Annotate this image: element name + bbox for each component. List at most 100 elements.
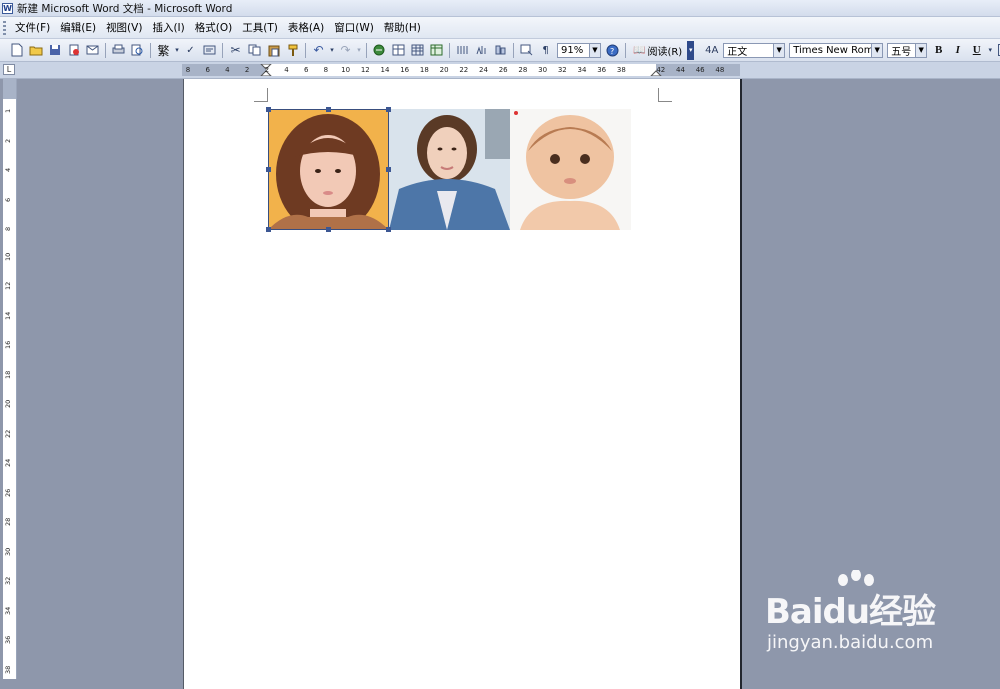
vertical-ruler-tick-label: 4	[4, 168, 12, 172]
styles-formatting-icon[interactable]: 4A	[703, 42, 720, 59]
menu-view[interactable]: 视图(V)	[101, 20, 147, 35]
traditional-chinese-icon[interactable]: 繁	[155, 42, 172, 59]
ruler-tick-label: 26	[499, 66, 508, 74]
ruler-tick-label: 16	[400, 66, 409, 74]
vertical-ruler-tick-label: 28	[4, 518, 12, 526]
toolbar-separator	[150, 43, 151, 58]
font-dropdown-icon[interactable]: ▼	[871, 44, 882, 57]
resize-handle-bottom-right[interactable]	[386, 227, 391, 232]
title-bar: W 新建 Microsoft Word 文档 - Microsoft Word	[0, 0, 1000, 17]
toolbar-separator	[625, 43, 626, 58]
undo-dropdown-icon[interactable]: ▾	[329, 42, 335, 59]
menu-grip-handle[interactable]	[3, 21, 6, 35]
ruler-tick-label: 4	[284, 66, 288, 74]
italic-button[interactable]: I	[949, 42, 966, 59]
help-icon[interactable]: ?	[604, 42, 621, 59]
paste-icon[interactable]	[265, 42, 282, 59]
horizontal-ruler[interactable]: 8642246810121416182022242628303234363842…	[182, 64, 740, 76]
font-size-select[interactable]: 五号 ▼	[887, 43, 927, 58]
ruler-tick-label: 20	[440, 66, 449, 74]
ruler-tick-label: 48	[715, 66, 724, 74]
menu-tools[interactable]: 工具(T)	[237, 20, 283, 35]
resize-handle-top-right[interactable]	[386, 107, 391, 112]
spelling-check-icon[interactable]: ✓	[182, 42, 199, 59]
photo-baby-art	[510, 109, 631, 230]
char-border-icon[interactable]: A	[995, 42, 1000, 59]
tables-borders-icon[interactable]	[390, 42, 407, 59]
show-hide-icon[interactable]	[518, 42, 535, 59]
menu-table[interactable]: 表格(A)	[283, 20, 329, 35]
ruler-tick-label: 8	[186, 66, 190, 74]
columns-icon[interactable]	[454, 42, 471, 59]
ruler-tick-label: 42	[656, 66, 665, 74]
redo-dropdown-icon[interactable]: ▾	[356, 42, 362, 59]
menu-help[interactable]: 帮助(H)	[379, 20, 426, 35]
ruler-tick-label: 4	[225, 66, 229, 74]
menu-edit[interactable]: 编辑(E)	[55, 20, 101, 35]
resize-handle-left[interactable]	[266, 167, 271, 172]
ruler-tick-label: 32	[558, 66, 567, 74]
resize-handle-right[interactable]	[386, 167, 391, 172]
photo-girl-denim[interactable]	[389, 109, 510, 230]
underline-dropdown-icon[interactable]: ▾	[987, 42, 993, 59]
ruler-tick-label: 24	[479, 66, 488, 74]
menu-insert[interactable]: 插入(I)	[147, 20, 189, 35]
hyperlink-icon[interactable]	[371, 42, 388, 59]
tab-selector[interactable]: L	[3, 64, 15, 75]
photo-baby[interactable]	[510, 109, 631, 230]
vertical-ruler-tick-label: 8	[4, 227, 12, 231]
drawing-icon[interactable]	[473, 42, 490, 59]
toolbar-separator	[449, 43, 450, 58]
style-dropdown-icon[interactable]: ▼	[773, 44, 784, 57]
bold-button[interactable]: B	[930, 42, 947, 59]
cut-icon[interactable]: ✂	[227, 42, 244, 59]
crop-mark-top-right	[658, 88, 672, 102]
print-preview-icon[interactable]	[129, 42, 146, 59]
copy-icon[interactable]	[246, 42, 263, 59]
save-icon[interactable]	[46, 42, 63, 59]
ruler-tick-label: 10	[341, 66, 350, 74]
resize-handle-bottom-left[interactable]	[266, 227, 271, 232]
menu-file[interactable]: 文件(F)	[10, 20, 55, 35]
permission-icon[interactable]	[65, 42, 82, 59]
underline-button[interactable]: U	[968, 42, 985, 59]
read-button[interactable]: 📖 阅读(R)	[629, 43, 686, 58]
dropdown-arrow-icon[interactable]: ▾	[174, 42, 180, 59]
vertical-ruler[interactable]: 12468101214161820222426283032343638	[3, 79, 17, 679]
menu-window[interactable]: 窗口(W)	[329, 20, 379, 35]
undo-icon[interactable]: ↶	[310, 42, 327, 59]
font-select[interactable]: Times New Roman ▼	[789, 43, 883, 58]
resize-handle-top[interactable]	[326, 107, 331, 112]
word-doc-icon[interactable]: W	[2, 3, 13, 14]
ruler-tick-label: 36	[597, 66, 606, 74]
image-selection-frame	[268, 109, 389, 230]
toolbar-separator	[513, 43, 514, 58]
resize-handle-top-left[interactable]	[266, 107, 271, 112]
photo-girl-denim-art	[389, 109, 510, 230]
document-map-icon[interactable]	[492, 42, 509, 59]
zoom-dropdown-icon[interactable]: ▼	[589, 44, 600, 57]
menu-format[interactable]: 格式(O)	[190, 20, 237, 35]
zoom-value: 91%	[561, 45, 583, 56]
style-select[interactable]: 正文 ▼	[723, 43, 785, 58]
vertical-ruler-tick-label: 20	[4, 400, 12, 408]
redo-icon[interactable]: ↷	[337, 42, 354, 59]
new-document-icon[interactable]	[8, 42, 25, 59]
research-icon[interactable]	[201, 42, 218, 59]
insert-excel-icon[interactable]	[428, 42, 445, 59]
format-painter-icon[interactable]	[284, 42, 301, 59]
font-size-dropdown-icon[interactable]: ▼	[915, 44, 926, 57]
resize-handle-bottom[interactable]	[326, 227, 331, 232]
font-size-value: 五号	[891, 43, 911, 58]
print-icon[interactable]	[110, 42, 127, 59]
insert-table-icon[interactable]	[409, 42, 426, 59]
ruler-tick-label: 28	[518, 66, 527, 74]
vertical-ruler-tick-label: 32	[4, 577, 12, 585]
toolbar-options-icon[interactable]: ▾	[687, 41, 694, 60]
document-page[interactable]	[183, 79, 742, 689]
email-icon[interactable]	[84, 42, 101, 59]
zoom-select[interactable]: 91% ▼	[557, 43, 601, 58]
paragraph-mark-icon[interactable]: ¶	[537, 42, 554, 59]
open-folder-icon[interactable]	[27, 42, 44, 59]
vertical-ruler-tick-label: 38	[4, 665, 12, 673]
